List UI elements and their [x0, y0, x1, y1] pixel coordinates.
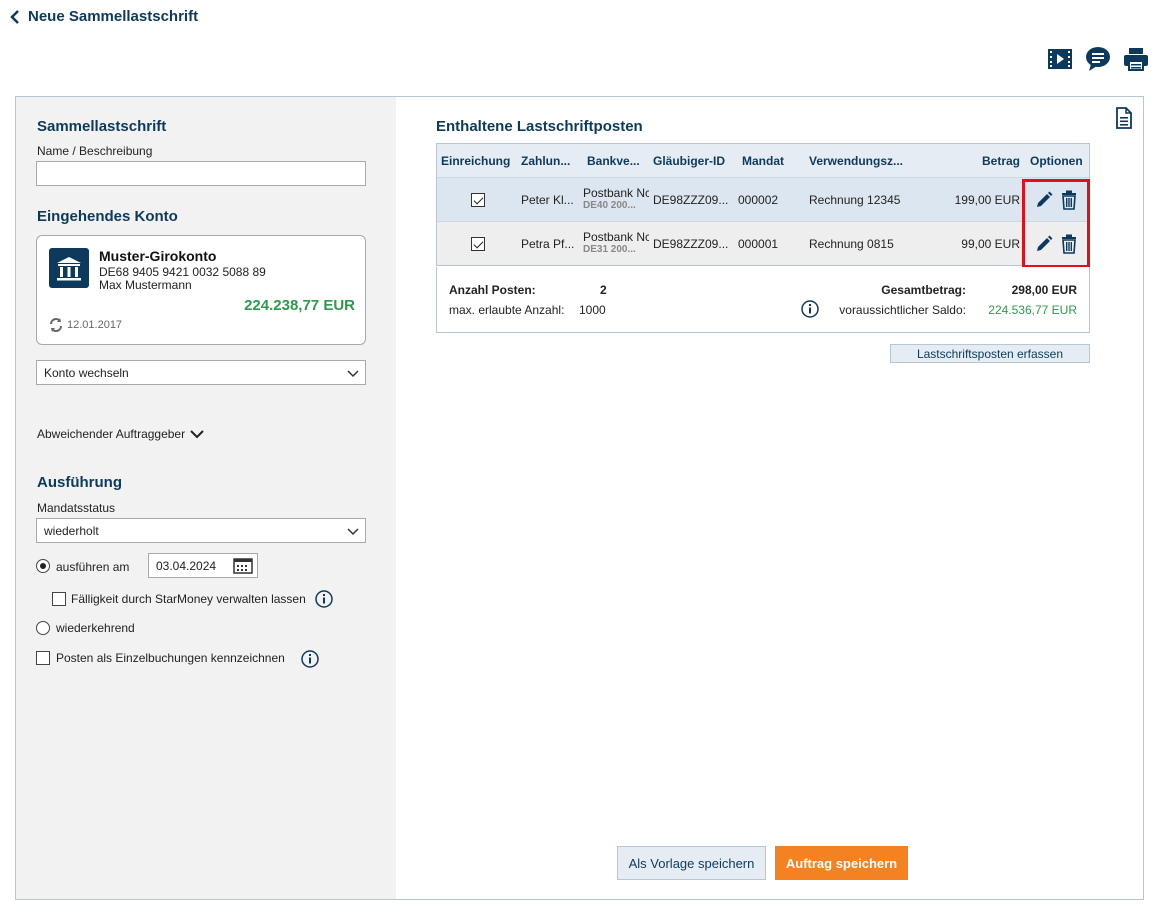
execute-on-radio[interactable] — [36, 559, 50, 573]
single-booking-checkbox[interactable] — [36, 651, 50, 665]
summary-box: Anzahl Posten: 2 max. erlaubte Anzahl: 1… — [436, 267, 1090, 333]
row-checkbox[interactable] — [471, 178, 485, 221]
amount: 99,00 EUR — [961, 236, 1020, 251]
account-balance: 224.238,77 EUR — [244, 297, 355, 314]
switch-account-label: Konto wechseln — [44, 366, 129, 380]
saldo-value: 224.536,77 EUR — [988, 303, 1077, 317]
sync-icon[interactable] — [48, 317, 64, 333]
name-label: Name / Beschreibung — [37, 144, 153, 158]
payer-name: Peter Kl... — [521, 192, 574, 207]
back-link[interactable]: Neue Sammellastschrift — [10, 8, 198, 25]
purpose: Rechnung 12345 — [809, 192, 901, 207]
col-einreichung[interactable]: Einreichung — [441, 144, 516, 177]
bank-info: Postbank Nc DE40 200... — [583, 178, 649, 221]
col-optionen: Optionen — [1030, 153, 1083, 168]
execute-on-label: ausführen am — [56, 560, 130, 574]
execution-title: Ausführung — [37, 474, 122, 491]
print-icon[interactable] — [1123, 46, 1149, 74]
chat-icon[interactable] — [1085, 46, 1111, 74]
account-iban: DE68 9405 9421 0032 5088 89 — [99, 265, 266, 279]
other-payer-label: Abweichender Auftraggeber — [37, 427, 186, 441]
total-label: Gesamtbetrag: — [881, 283, 966, 297]
mandate-ref: 000001 — [738, 236, 779, 251]
save-template-button[interactable]: Als Vorlage speichern — [617, 846, 766, 880]
due-date-label: Fälligkeit durch StarMoney verwalten las… — [71, 592, 306, 606]
col-glaeubiger-id[interactable]: Gläubiger-ID — [653, 144, 733, 177]
account-updated-date: 12.01.2017 — [67, 319, 123, 331]
execute-date-value: 03.04.2024 — [156, 559, 217, 573]
table-row[interactable]: Peter Kl... Postbank Nc DE40 200... DE98… — [437, 177, 1089, 221]
page-title: Neue Sammellastschrift — [28, 8, 199, 25]
other-payer-toggle[interactable]: Abweichender Auftraggeber — [37, 427, 205, 441]
toolbar — [1047, 46, 1149, 74]
items-panel: Enthaltene Lastschriftposten Einreichung… — [396, 97, 1110, 899]
col-verwendungszweck[interactable]: Verwendungsz... — [809, 144, 919, 177]
saldo-label: voraussichtlicher Saldo: — [839, 303, 966, 317]
payer-name: Petra Pf... — [521, 236, 575, 251]
bank-name: Postbank Nc — [583, 186, 649, 200]
switch-account-select[interactable]: Konto wechseln — [36, 360, 366, 385]
save-order-button[interactable]: Auftrag speichern — [775, 846, 908, 880]
total-value: 298,00 EUR — [1011, 283, 1077, 297]
main-frame: Sammellastschrift Name / Beschreibung Ei… — [15, 96, 1144, 900]
info-icon[interactable] — [301, 650, 319, 668]
amount: 199,00 EUR — [954, 192, 1020, 207]
max-value: 1000 — [579, 303, 606, 317]
video-icon[interactable] — [1047, 46, 1073, 74]
col-betrag[interactable]: Betrag — [957, 144, 1020, 177]
creditor-id: DE98ZZZ09... — [653, 192, 729, 207]
col-zahlungspflichtiger[interactable]: Zahlun... — [521, 144, 581, 177]
info-icon[interactable] — [315, 590, 333, 608]
add-item-button[interactable]: Lastschriftsposten erfassen — [890, 344, 1090, 363]
table-header: Einreichung Zahlun... Bankve... Gläubige… — [437, 144, 1089, 177]
items-table: Einreichung Zahlun... Bankve... Gläubige… — [436, 143, 1090, 266]
mandate-label: Mandatsstatus — [37, 501, 116, 515]
single-booking-label: Posten als Einzelbuchungen kennzeichnen — [56, 651, 285, 665]
recurring-label: wiederkehrend — [56, 621, 135, 635]
name-input[interactable] — [36, 161, 366, 186]
mandate-status-select[interactable]: wiederholt — [36, 518, 366, 543]
count-label: Anzahl Posten: — [449, 283, 536, 297]
chevron-left-icon — [10, 9, 19, 24]
account-card[interactable]: Muster-Girokonto DE68 9405 9421 0032 508… — [36, 235, 366, 345]
bank-info: Postbank Nc DE31 200... — [583, 222, 649, 265]
chevron-down-icon — [347, 528, 359, 536]
bank-icon — [49, 248, 89, 288]
calendar-icon[interactable] — [233, 558, 253, 574]
side-rail — [1108, 97, 1143, 899]
section-title-sammellastschrift: Sammellastschrift — [37, 118, 167, 135]
info-icon[interactable] — [801, 300, 819, 318]
table-row[interactable]: Petra Pf... Postbank Nc DE31 200... DE98… — [437, 221, 1089, 265]
execute-date-input[interactable]: 03.04.2024 — [148, 553, 258, 578]
bank-name: Postbank Nc — [583, 230, 649, 244]
mandate-ref: 000002 — [738, 192, 779, 207]
mandate-status-value: wiederholt — [44, 524, 99, 538]
bank-iban: DE31 200... — [583, 244, 636, 255]
chevron-down-icon — [347, 370, 359, 378]
items-section-title: Enthaltene Lastschriftposten — [436, 118, 643, 135]
row-checkbox[interactable] — [471, 222, 485, 265]
col-mandat[interactable]: Mandat — [742, 144, 802, 177]
recurring-radio[interactable] — [36, 621, 50, 635]
count-value: 2 — [600, 283, 607, 297]
max-label: max. erlaubte Anzahl: — [449, 303, 565, 317]
chevron-down-icon — [190, 430, 204, 439]
document-icon[interactable] — [1115, 107, 1133, 129]
col-bankverbindung[interactable]: Bankve... — [587, 144, 647, 177]
account-name: Muster-Girokonto — [99, 248, 217, 264]
creditor-id: DE98ZZZ09... — [653, 236, 729, 251]
order-settings-panel: Sammellastschrift Name / Beschreibung Ei… — [16, 97, 396, 899]
options-highlight — [1022, 179, 1090, 268]
account-owner: Max Mustermann — [99, 278, 192, 292]
account-section-title: Eingehendes Konto — [37, 208, 178, 225]
purpose: Rechnung 0815 — [809, 236, 894, 251]
due-date-checkbox[interactable] — [52, 592, 66, 606]
bank-iban: DE40 200... — [583, 200, 636, 211]
